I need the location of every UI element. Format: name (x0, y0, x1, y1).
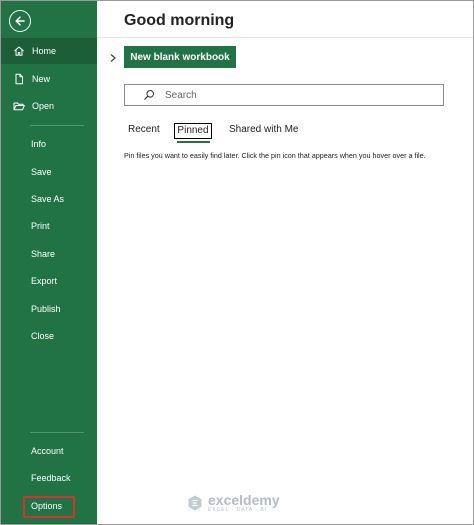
sidebar-item-account[interactable]: Account (1, 438, 97, 464)
sidebar-item-close[interactable]: Close (1, 323, 97, 349)
sidebar-item-label: Save (31, 167, 52, 177)
sidebar-item-share[interactable]: Share (1, 241, 97, 267)
sidebar-item-label: Account (31, 446, 64, 456)
tab-pinned[interactable]: Pinned (174, 123, 212, 139)
sidebar-item-open[interactable]: Open (1, 93, 97, 119)
sidebar-item-publish[interactable]: Publish (1, 296, 97, 322)
selected-tab-indicator (177, 141, 210, 143)
sidebar-divider (30, 432, 84, 433)
sidebar-item-info[interactable]: Info (1, 131, 97, 157)
sidebar-item-label: Feedback (31, 473, 71, 483)
sidebar-item-export[interactable]: Export (1, 268, 97, 294)
tab-shared-with-me[interactable]: Shared with Me (229, 123, 298, 139)
sidebar-item-label: Open (32, 101, 55, 111)
sidebar-item-label: Close (31, 331, 55, 341)
sidebar-item-home[interactable]: Home (1, 38, 97, 64)
sidebar-item-feedback[interactable]: Feedback (1, 465, 97, 491)
sidebar-item-save-as[interactable]: Save As (1, 186, 97, 212)
watermark-tagline: EXCEL · DATA · BI (208, 507, 268, 513)
sidebar-item-new[interactable]: New (1, 66, 97, 92)
sidebar-item-save[interactable]: Save (1, 159, 97, 185)
sidebar-item-label: New (32, 74, 51, 84)
watermark-name: exceldemy (208, 492, 280, 508)
back-button[interactable] (9, 10, 31, 32)
sidebar-item-label: Save As (31, 194, 65, 204)
watermark: exceldemy EXCEL · DATA · BI (186, 493, 280, 513)
backstage-sidebar: Home New Open Info Save Save As Print Sh… (1, 1, 97, 524)
home-icon (13, 45, 25, 57)
options-highlight-box (23, 496, 75, 518)
page-title: Good morning (124, 12, 235, 29)
back-arrow-icon (14, 15, 26, 27)
folder-open-icon (13, 100, 25, 112)
sidebar-divider (30, 125, 84, 126)
sidebar-item-label: Print (31, 221, 50, 231)
search-field[interactable] (124, 84, 444, 106)
new-file-icon (13, 73, 25, 85)
sidebar-item-label: Export (31, 276, 58, 286)
exceldemy-logo-icon (186, 494, 204, 512)
tab-recent[interactable]: Recent (128, 123, 160, 139)
search-icon (143, 89, 155, 101)
sidebar-item-label: Share (31, 249, 56, 259)
pinned-empty-message: Pin files you want to easily find later.… (124, 151, 426, 160)
chevron-right-icon[interactable] (108, 51, 118, 63)
sidebar-item-label: Info (31, 139, 47, 149)
sidebar-item-label: Publish (31, 304, 61, 314)
sidebar-item-print[interactable]: Print (1, 213, 97, 239)
new-blank-workbook-button[interactable]: New blank workbook (124, 46, 236, 68)
sidebar-item-label: Home (32, 46, 57, 56)
header-divider (97, 37, 473, 38)
search-input[interactable] (165, 89, 425, 101)
